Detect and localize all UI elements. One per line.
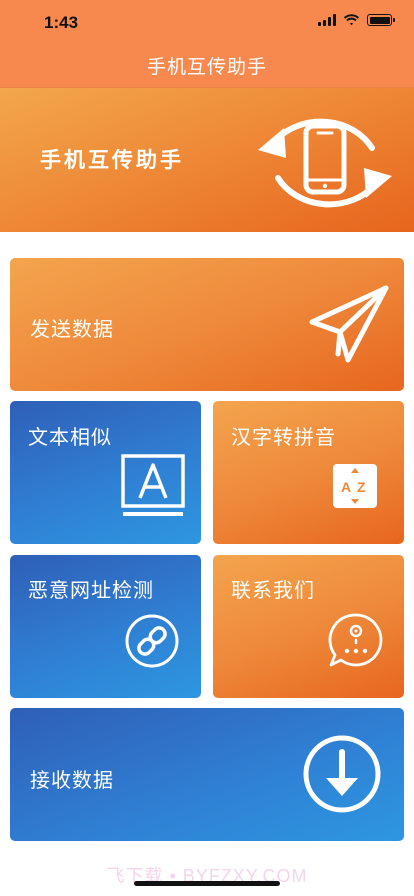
nav-bar: 手机互传助手: [0, 44, 414, 88]
letter-a-monitor-icon: [121, 454, 185, 516]
pinyin-label: 汉字转拼音: [231, 425, 336, 449]
url-check-label: 恶意网址检测: [28, 578, 154, 602]
download-arrow-icon: [303, 735, 381, 813]
phone-sync-icon: [258, 118, 392, 208]
az-sort-icon: A Z: [333, 464, 377, 508]
paper-plane-icon: [309, 285, 389, 363]
status-time: 1:43: [44, 13, 79, 32]
cellular-signal-icon: [318, 14, 336, 26]
receive-data-label: 接收数据: [30, 768, 114, 792]
pinyin-card[interactable]: 汉字转拼音 A Z: [213, 401, 404, 544]
send-data-label: 发送数据: [30, 317, 114, 341]
svg-text:Z: Z: [357, 479, 366, 495]
send-data-card[interactable]: 发送数据: [10, 258, 404, 391]
banner: 手机互传助手: [0, 88, 414, 232]
url-check-card[interactable]: 恶意网址检测: [10, 555, 201, 698]
status-bar: 1:43: [0, 0, 414, 44]
chat-bubble-icon: [328, 613, 383, 667]
text-similarity-label: 文本相似: [28, 425, 112, 449]
page-title: 手机互传助手: [146, 56, 267, 78]
contact-us-card[interactable]: 联系我们: [213, 555, 404, 698]
home-indicator[interactable]: [134, 881, 280, 886]
link-icon: [125, 614, 179, 668]
battery-icon: [367, 14, 395, 26]
contact-us-label: 联系我们: [231, 578, 315, 602]
banner-title: 手机互传助手: [40, 148, 184, 172]
wifi-icon: [343, 14, 360, 26]
status-icons: [318, 14, 395, 26]
svg-text:A: A: [341, 479, 351, 495]
text-similarity-card[interactable]: 文本相似: [10, 401, 201, 544]
receive-data-card[interactable]: 接收数据: [10, 708, 404, 841]
